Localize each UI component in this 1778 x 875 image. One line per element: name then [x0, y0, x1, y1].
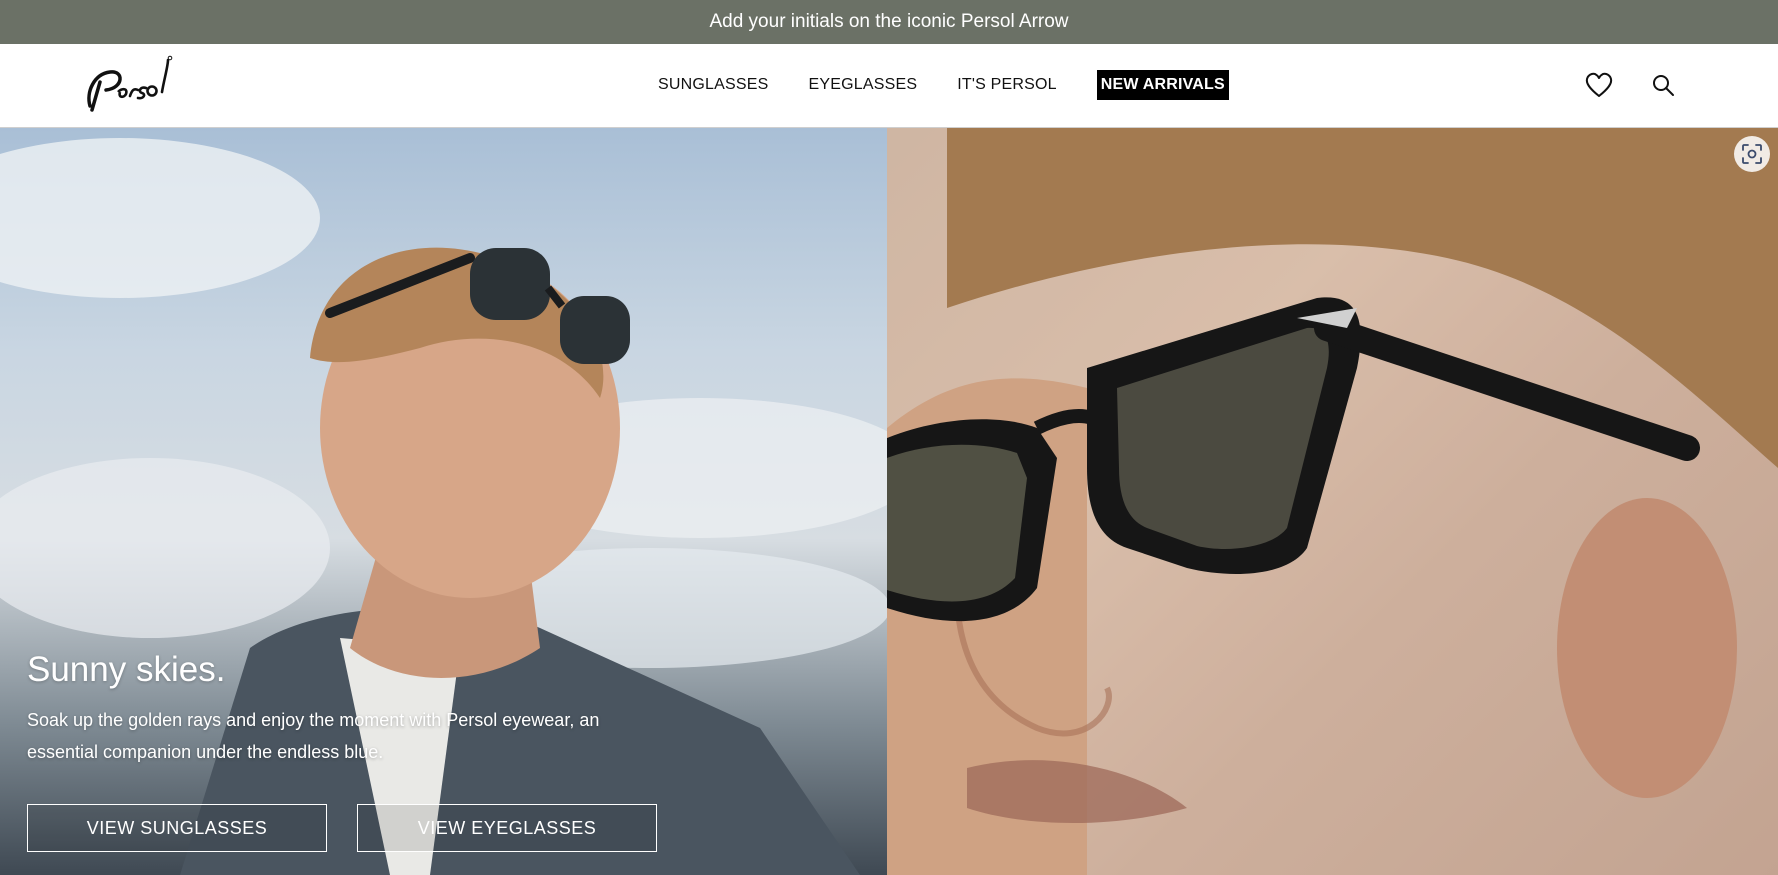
hero-title: Sunny skies.	[27, 650, 226, 689]
visual-search-button[interactable]	[1734, 136, 1770, 172]
hero-description: Soak up the golden rays and enjoy the mo…	[27, 710, 600, 762]
promo-text[interactable]: Add your initials on the iconic Persol A…	[709, 11, 1068, 33]
scan-icon	[1742, 144, 1762, 164]
nav-sunglasses[interactable]: SUNGLASSES	[658, 76, 768, 94]
header-actions	[1550, 70, 1678, 100]
persol-logo[interactable]	[80, 52, 174, 114]
nav-its-persol[interactable]: IT'S PERSOL	[957, 76, 1057, 94]
hero-copy: Sunny skies. Soak up the golden rays and…	[27, 650, 627, 768]
view-sunglasses-button[interactable]: VIEW SUNGLASSES	[27, 804, 327, 852]
hero-cta-group: VIEW SUNGLASSES VIEW EYEGLASSES	[27, 804, 687, 852]
main-nav: SUNGLASSES EYEGLASSES IT'S PERSOL NEW AR…	[658, 70, 1229, 100]
hero-section: Sunny skies. Soak up the golden rays and…	[0, 128, 1778, 875]
nav-new-arrivals[interactable]: NEW ARRIVALS	[1096, 70, 1229, 100]
search-icon[interactable]	[1648, 70, 1678, 100]
hero-image-left: Sunny skies. Soak up the golden rays and…	[0, 128, 887, 875]
model-closeup-illustration	[887, 128, 1778, 875]
hero-image-right	[887, 128, 1778, 875]
nav-eyeglasses[interactable]: EYEGLASSES	[808, 76, 917, 94]
site-header: SUNGLASSES EYEGLASSES IT'S PERSOL NEW AR…	[0, 44, 1778, 128]
view-eyeglasses-button[interactable]: VIEW EYEGLASSES	[357, 804, 657, 852]
promo-banner[interactable]: Add your initials on the iconic Persol A…	[0, 0, 1778, 44]
heart-icon[interactable]	[1584, 70, 1614, 100]
